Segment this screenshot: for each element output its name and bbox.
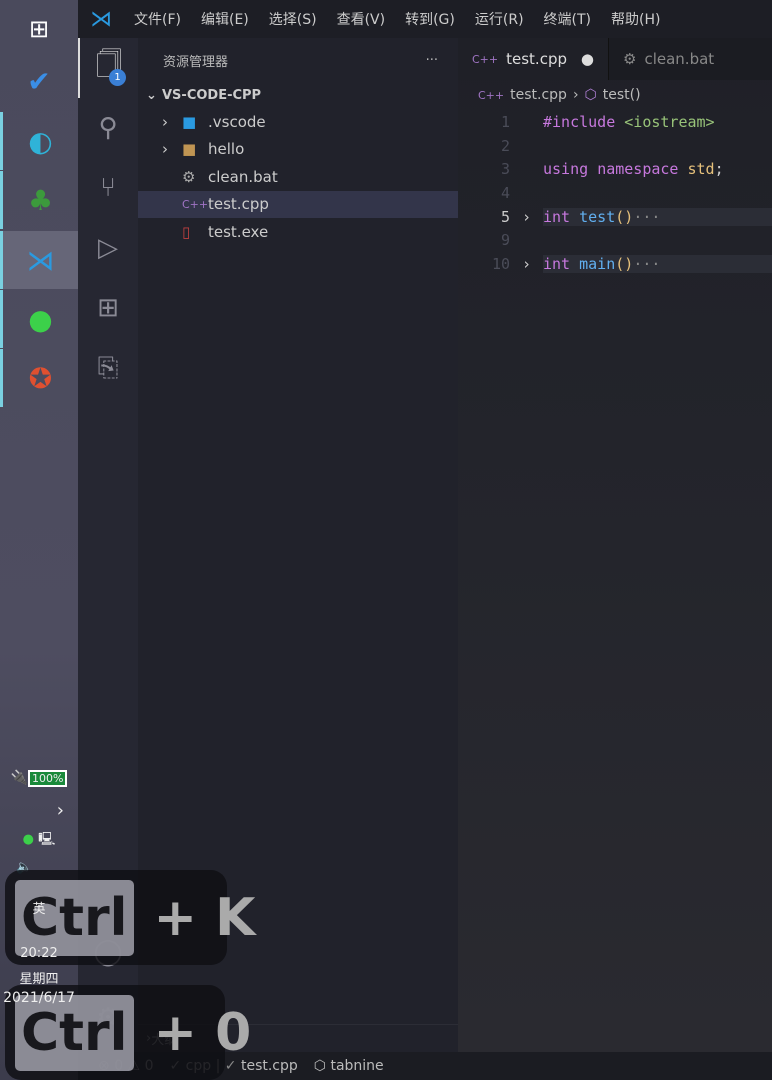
- code-text: int main()···: [543, 254, 772, 273]
- editor-area: C++ test.cpp ● ⚙ clean.bat C++ test.cpp › ⬡…: [458, 38, 772, 1052]
- menu-file[interactable]: 文件(F): [124, 9, 191, 29]
- title-bar: ⋊ 文件(F) 编辑(E) 选择(S) 查看(V) 转到(G) 运行(R) 终端…: [78, 0, 772, 38]
- plug-icon: 🔌: [10, 770, 28, 786]
- more-actions-button[interactable]: ···: [426, 53, 438, 68]
- breadcrumb: C++ test.cpp › ⬡ test(): [458, 80, 772, 110]
- menu-terminal[interactable]: 终端(T): [534, 9, 601, 29]
- menu-view[interactable]: 查看(V): [327, 9, 396, 29]
- source-control-icon[interactable]: ⑂: [78, 158, 138, 218]
- code-token: ···: [633, 207, 661, 226]
- cpp-file-icon: C++: [472, 52, 499, 66]
- code-text: #include <iostream>: [543, 113, 772, 131]
- code-token: #include: [543, 112, 625, 131]
- chevron-right-icon: ›: [572, 87, 579, 103]
- run-debug-icon[interactable]: ▷: [78, 218, 138, 278]
- line-number: 1: [500, 112, 510, 131]
- gears-icon: ⚙: [623, 50, 637, 68]
- line-number: 3: [500, 160, 510, 179]
- code-token: main: [579, 254, 616, 273]
- menu-edit[interactable]: 编辑(E): [191, 9, 259, 29]
- battery-indicator[interactable]: 🔌 100%: [0, 770, 78, 787]
- clock-weekday: 星期四: [19, 972, 59, 987]
- tree-item-test-exe[interactable]: ▯ test.exe: [138, 218, 458, 246]
- code-line[interactable]: 9: [458, 228, 772, 252]
- code-line[interactable]: 3 using namespace std;: [458, 157, 772, 181]
- code-token: std: [687, 160, 715, 179]
- cpp-file-icon: C++: [182, 197, 209, 211]
- tab-clean-bat[interactable]: ⚙ clean.bat: [608, 38, 758, 80]
- vscode-logo-icon: ⋊: [90, 6, 112, 32]
- windows-start-icon[interactable]: ⊞: [0, 0, 78, 58]
- clock-date: 2021/6/17: [3, 990, 75, 1006]
- tree-app-icon[interactable]: ♣: [0, 171, 78, 229]
- line-number: 10: [491, 254, 510, 273]
- code-token: test: [579, 207, 616, 226]
- code-token: int: [543, 254, 580, 273]
- code-line[interactable]: 2: [458, 134, 772, 158]
- code-token: namespace: [597, 160, 688, 179]
- vscode-icon[interactable]: ⋊: [0, 231, 78, 289]
- remote-explorer-icon[interactable]: ⎘: [78, 338, 138, 398]
- code-editor[interactable]: 1 #include <iostream> 2 3 using namespace st…: [458, 110, 772, 276]
- vscode-folder-icon: ■: [182, 112, 197, 131]
- fold-chevron-icon[interactable]: ›: [510, 255, 543, 273]
- line-number: 5: [500, 207, 510, 226]
- line-number: 9: [500, 231, 510, 250]
- explorer-badge: 1: [109, 69, 126, 86]
- explorer-title: 资源管理器: [163, 54, 229, 70]
- code-text: int test()···: [543, 207, 772, 226]
- wechat-tray-icon[interactable]: ●: [23, 832, 34, 847]
- ime-indicator[interactable]: 英: [0, 898, 78, 917]
- fold-chevron-icon[interactable]: ›: [510, 208, 543, 226]
- line-number: 2: [500, 136, 510, 155]
- code-line[interactable]: 5 › int test()···: [458, 205, 772, 229]
- code-token: ;: [714, 160, 724, 179]
- menu-help[interactable]: 帮助(H): [601, 9, 670, 29]
- method-cube-icon: ⬡: [584, 87, 597, 103]
- tabnine-status[interactable]: ⬡ tabnine: [314, 1058, 384, 1074]
- search-icon[interactable]: ⚲: [78, 98, 138, 158]
- tree-item-hello[interactable]: › ■ hello: [138, 136, 458, 164]
- explorer-icon[interactable]: 🗍 1: [78, 38, 138, 98]
- code-text: using namespace std;: [543, 160, 772, 178]
- clock-time[interactable]: 20:22: [0, 946, 78, 961]
- app-icon[interactable]: ✪: [0, 349, 78, 407]
- network-icon[interactable]: 🖳: [38, 832, 55, 847]
- todo-icon[interactable]: ✔: [0, 52, 78, 110]
- cpp-file-icon: C++: [478, 88, 505, 102]
- code-line[interactable]: 10 › int main()···: [458, 252, 772, 276]
- unsaved-dot-icon[interactable]: ●: [581, 50, 594, 68]
- tab-test-cpp[interactable]: C++ test.cpp ●: [458, 38, 608, 80]
- code-token: ···: [633, 254, 661, 273]
- code-token: (): [615, 254, 634, 273]
- tree-item-test-cpp[interactable]: C++ test.cpp: [138, 190, 458, 218]
- code-line[interactable]: 4: [458, 181, 772, 205]
- extensions-icon[interactable]: ⊞: [78, 278, 138, 338]
- chevron-right-icon: ›: [162, 112, 168, 131]
- tree-item-clean-bat[interactable]: ⚙ clean.bat: [138, 163, 458, 191]
- editor-tabs: C++ test.cpp ● ⚙ clean.bat: [458, 38, 772, 80]
- breadcrumb-file[interactable]: test.cpp: [510, 87, 567, 103]
- chevron-down-icon: ⌄: [146, 87, 157, 103]
- edge-icon[interactable]: ◐: [0, 112, 78, 170]
- tray-expand-chevron-icon[interactable]: ›: [0, 800, 78, 821]
- code-line[interactable]: 1 #include <iostream>: [458, 110, 772, 134]
- menu-go[interactable]: 转到(G): [395, 9, 465, 29]
- gears-icon: ⚙: [182, 167, 196, 186]
- code-token: (): [615, 207, 634, 226]
- code-token: <iostream>: [624, 112, 715, 131]
- code-token: using: [543, 160, 598, 179]
- code-token: int: [543, 207, 580, 226]
- breadcrumb-symbol[interactable]: test(): [603, 87, 641, 103]
- line-number: 4: [500, 183, 510, 202]
- folder-icon: ■: [182, 140, 197, 159]
- wechat-icon[interactable]: ●: [0, 290, 78, 348]
- menu-run[interactable]: 运行(R): [465, 9, 534, 29]
- binary-file-icon: ▯: [182, 222, 191, 241]
- tree-item-vscode[interactable]: › ■ .vscode: [138, 108, 458, 136]
- chevron-right-icon: ›: [162, 140, 168, 159]
- menu-selection[interactable]: 选择(S): [259, 9, 327, 29]
- workspace-folder[interactable]: ⌄ VS-CODE-CPP: [138, 82, 458, 108]
